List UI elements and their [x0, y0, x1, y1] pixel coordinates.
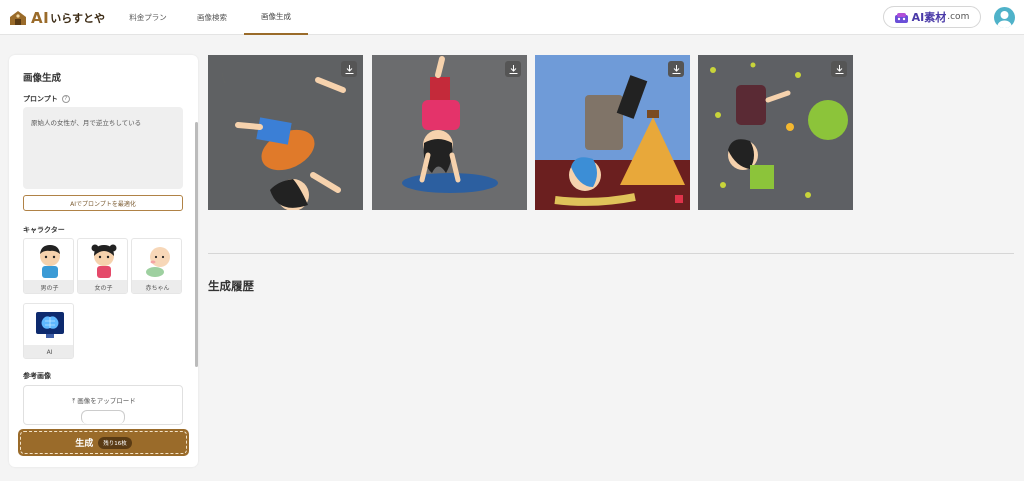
prompt-section-label: プロンプト? — [23, 94, 70, 104]
boy-icon — [24, 239, 73, 280]
character-label-ai: AI — [24, 345, 73, 358]
logo-sub-text: いらすとや — [50, 12, 105, 25]
download-button[interactable] — [831, 61, 847, 77]
handstand-volcano-illustration-3 — [535, 75, 690, 210]
handstand-mat-illustration-2 — [402, 56, 498, 193]
upload-preview-frame — [81, 410, 125, 424]
girl-icon — [78, 239, 127, 280]
baby-icon — [132, 239, 181, 280]
tab-image-generate[interactable]: 画像生成 — [244, 0, 308, 35]
handstand-moon-illustration-1 — [222, 67, 346, 210]
panel-scrollbar[interactable] — [195, 122, 198, 367]
house-logo-icon — [9, 10, 27, 26]
download-icon — [509, 64, 517, 74]
download-icon — [672, 64, 680, 74]
download-icon — [345, 64, 353, 74]
section-divider — [208, 253, 1014, 254]
character-card-ai[interactable]: AI — [23, 303, 74, 359]
site-logo[interactable]: AI いらすとや — [9, 9, 105, 27]
upload-icon: ⤒ — [72, 397, 76, 405]
ai-sozai-domain: .com — [947, 12, 970, 22]
panel-title: 画像生成 — [23, 73, 62, 84]
generate-button[interactable]: 生成 残り16枚 — [18, 429, 189, 456]
prompt-label: プロンプト — [23, 95, 58, 103]
top-header: AI いらすとや 料金プラン 画像検索 画像生成 AI素材 .com — [0, 0, 1024, 35]
prompt-textarea[interactable]: 原始人の女性が、月で逆立ちしている — [23, 107, 183, 189]
user-icon — [997, 11, 1012, 28]
character-label-girl: 女の子 — [78, 280, 127, 293]
download-button[interactable] — [668, 61, 684, 77]
optimize-prompt-button[interactable]: AIでプロンプトを最適化 — [23, 195, 183, 211]
history-title: 生成履歴 — [208, 279, 254, 293]
ai-sozai-link-button[interactable]: AI素材 .com — [883, 6, 981, 28]
remaining-count-badge: 残り16枚 — [98, 436, 132, 449]
generate-panel: 画像生成 プロンプト? 原始人の女性が、月で逆立ちしている AIでプロンプトを最… — [9, 55, 198, 467]
character-card-girl[interactable]: 女の子 — [77, 238, 128, 294]
user-avatar[interactable] — [994, 7, 1015, 28]
logo-ai-text: AI — [31, 9, 50, 27]
image-upload-area[interactable]: ⤒ 画像をアップロード — [23, 385, 183, 425]
download-icon — [835, 64, 843, 74]
tab-image-search[interactable]: 画像検索 — [180, 0, 244, 35]
result-image-4[interactable] — [698, 55, 853, 210]
download-button[interactable] — [505, 61, 521, 77]
download-button[interactable] — [341, 61, 357, 77]
upload-label: ⤒ 画像をアップロード — [72, 397, 136, 405]
tab-pricing[interactable]: 料金プラン — [116, 0, 180, 35]
help-icon[interactable]: ? — [61, 95, 70, 103]
character-label-baby: 赤ちゃん — [132, 280, 181, 293]
result-image-3[interactable] — [535, 55, 690, 210]
ai-sozai-label: AI素材 — [911, 11, 947, 24]
ai-brain-icon — [24, 304, 73, 345]
generate-label: 生成 — [75, 439, 94, 449]
character-card-baby[interactable]: 赤ちゃん — [131, 238, 182, 294]
character-section-label: キャラクター — [23, 226, 65, 234]
result-image-1[interactable] — [208, 55, 363, 210]
result-image-2[interactable] — [372, 55, 527, 210]
character-card-boy[interactable]: 男の子 — [23, 238, 74, 294]
handstand-planet-illustration-4 — [710, 62, 848, 198]
reference-section-label: 参考画像 — [23, 372, 51, 380]
ai-sozai-logo-icon — [894, 8, 908, 27]
character-label-boy: 男の子 — [24, 280, 73, 293]
